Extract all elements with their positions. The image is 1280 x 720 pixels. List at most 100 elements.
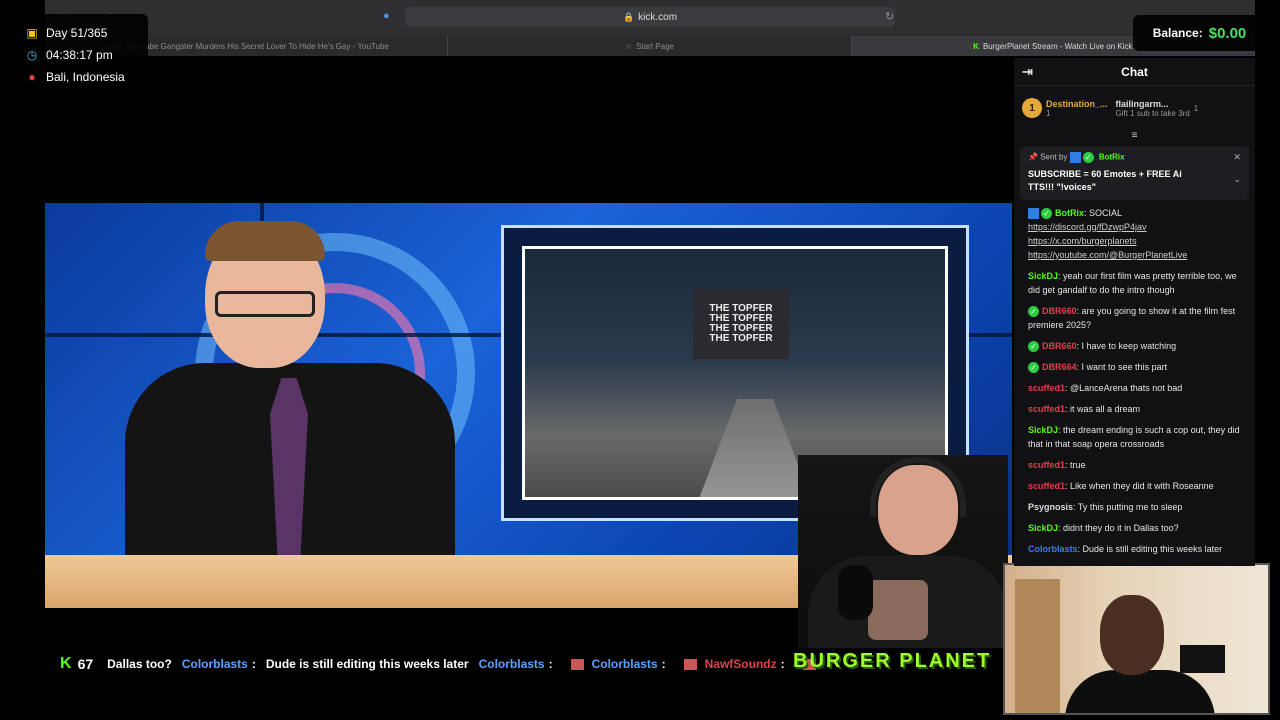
balance-overlay: Balance: $0.00: [1133, 15, 1266, 51]
verified-icon: ✓: [1082, 152, 1094, 163]
chat-message: SickDJ: didnt they do it in Dallas too?: [1028, 521, 1241, 535]
chat-text: Ty this putting me to sleep: [1077, 502, 1183, 512]
balance-value: $0.00: [1208, 24, 1247, 42]
verified-icon: ✓: [1028, 341, 1039, 353]
emote-icon: [683, 658, 697, 670]
brand-banner: BURGER PLANET: [793, 650, 992, 672]
presenter-hair: [205, 221, 325, 261]
chat-text: @LanceArena thats not bad: [1070, 383, 1183, 393]
ticker-username: Colorblasts: [181, 657, 248, 671]
expand-pinned-icon[interactable]: ≡: [1014, 130, 1255, 142]
chat-username[interactable]: scuffed1: [1028, 460, 1065, 470]
ticker-colon: :: [548, 657, 553, 671]
bot-badge-icon: [1069, 152, 1081, 163]
chat-message: ✓ DBR660: I have to keep watching: [1028, 339, 1241, 353]
chat-username[interactable]: DBR660: [1042, 341, 1077, 351]
location-text: Bali, Indonesia: [46, 70, 125, 84]
collapse-chat-icon[interactable]: ⇥: [1022, 64, 1033, 80]
leader-name: Destination_...: [1046, 98, 1108, 109]
chevron-down-icon[interactable]: ⌄: [1233, 174, 1241, 185]
ticker-colon: :: [251, 657, 256, 671]
rank-badge: 1: [1022, 98, 1042, 118]
chat-message: scuffed1: @LanceArena thats not bad: [1028, 381, 1241, 395]
ticker-message: Dallas too?: [107, 657, 172, 671]
verified-icon: ✓: [1041, 208, 1052, 220]
pinned-sender: 📌 Sent by ✓ BotRix: [1028, 152, 1241, 163]
chat-text: I want to see this part: [1081, 362, 1168, 372]
chat-message: ✓ BotRix: SOCIAL https://discord.gg/fDzwpP…: [1028, 206, 1241, 262]
bot-badge-icon: [1028, 208, 1039, 220]
kick-logo-icon: K: [60, 655, 72, 672]
tab-label: Start Page: [636, 41, 674, 51]
clock-icon: ◷: [26, 48, 38, 62]
chat-header: ⇥ Chat: [1014, 58, 1255, 86]
chat-message: Colorblasts: Dude is still editing this …: [1028, 542, 1241, 556]
tab-label: BurgerPlanet Stream - Watch Live on Kick: [982, 41, 1133, 51]
chat-username[interactable]: scuffed1: [1028, 404, 1065, 414]
guest-webcam: [1003, 563, 1270, 715]
ticker-colon: :: [661, 657, 666, 671]
chat-username[interactable]: Colorblasts: [1028, 544, 1078, 554]
chat-title: Chat: [1121, 64, 1148, 79]
browser-toolbar: ▭ ‹ ● 🔒 kick.com ↻: [45, 0, 1255, 34]
chat-link[interactable]: https://discord.gg/fDzwpP4jav: [1028, 220, 1241, 234]
leader-name: flailingarm...: [1115, 98, 1169, 109]
leader-1[interactable]: 1 Destination_... 1: [1022, 98, 1108, 118]
chat-message: SickDJ: yeah our first film was pretty t…: [1028, 269, 1241, 297]
url-text: kick.com: [638, 11, 678, 23]
chat-message: Psygnosis: Ty this putting me to sleep: [1028, 500, 1241, 514]
time-row: ◷ 04:38:17 pm: [24, 44, 138, 66]
chat-message: SickDJ: the dream ending is such a cop o…: [1028, 423, 1241, 451]
gift-sub-prompt: Gift 1 sub to take 3rd: [1115, 108, 1190, 118]
chat-username[interactable]: SickDJ: [1028, 271, 1058, 281]
shirt-print: [868, 580, 928, 640]
film-title-sign: THE TOPFER THE TOPFER THE TOPFER THE TOP…: [693, 289, 789, 359]
chat-text: SOCIAL: [1089, 208, 1123, 218]
chat-username[interactable]: DBR660: [1042, 306, 1077, 316]
streamer-webcam: [798, 455, 1008, 648]
chat-panel: ⇥ Chat 1 Destination_... 1 flailingarm..…: [1014, 58, 1255, 566]
location-pin-icon: ●: [28, 70, 36, 84]
chat-link[interactable]: https://youtube.com/@BurgerPlanetLive: [1028, 248, 1241, 262]
sent-by-label: Sent by: [1040, 152, 1068, 162]
ticker-username: Colorblasts: [591, 657, 658, 671]
browser-chrome: ▭ ‹ ● 🔒 kick.com ↻ (188) Wannabe Gangste…: [45, 0, 1255, 56]
lock-icon: 🔒: [622, 11, 635, 22]
chat-username[interactable]: Psygnosis: [1028, 502, 1073, 512]
chat-username[interactable]: DBR664: [1042, 362, 1077, 372]
pinned-text: SUBSCRIBE = 60 Emotes + FREE Ai TTS!!! "…: [1028, 169, 1182, 192]
day-counter: Day 51/365: [46, 26, 108, 40]
chat-message: ✓ DBR664: I want to see this part: [1028, 360, 1241, 374]
chat-messages: ✓ BotRix: SOCIAL https://discord.gg/fDzwpP…: [1014, 204, 1255, 565]
chat-message: scuffed1: true: [1028, 458, 1241, 472]
chat-text: didnt they do it in Dallas too?: [1063, 523, 1179, 533]
chat-username[interactable]: SickDJ: [1028, 523, 1058, 533]
tv: [1180, 645, 1225, 673]
chat-message: scuffed1: it was all a dream: [1028, 402, 1241, 416]
tab-start-page[interactable]: ☆ Start Page: [448, 36, 852, 56]
sub-leaderboard: 1 Destination_... 1 flailingarm... Gift …: [1014, 86, 1255, 130]
status-overlay: ▣ Day 51/365 ◷ 04:38:17 pm ● Bali, Indonesi…: [14, 14, 148, 94]
verified-icon: ✓: [1028, 306, 1039, 318]
chat-text: true: [1070, 460, 1086, 470]
viewer-count: 67: [77, 656, 94, 672]
presenter-glasses: [215, 291, 315, 317]
chat-text: Like when they did it with Roseanne: [1070, 481, 1214, 491]
guest-body: [1065, 670, 1215, 713]
verified-icon: ✓: [1028, 362, 1039, 374]
local-time: 04:38:17 pm: [46, 48, 113, 62]
address-bar[interactable]: 🔒 kick.com: [405, 7, 895, 27]
chat-username[interactable]: scuffed1: [1028, 383, 1065, 393]
chat-link[interactable]: https://x.com/burgerplanets: [1028, 234, 1241, 248]
ticker-message: Dude is still editing this weeks later: [265, 657, 469, 671]
chat-username[interactable]: SickDJ: [1028, 425, 1058, 435]
leader-2[interactable]: flailingarm... Gift 1 sub to take 3rd 1: [1116, 99, 1199, 118]
ticker-username: Colorblasts: [478, 657, 545, 671]
calendar-icon: ▣: [26, 26, 38, 40]
chat-username[interactable]: scuffed1: [1028, 481, 1065, 491]
unpin-icon[interactable]: ✕: [1233, 152, 1241, 163]
reload-icon[interactable]: ↻: [885, 10, 894, 23]
pinned-sender-name: BotRix: [1098, 152, 1125, 162]
presenter: [125, 221, 455, 558]
chat-username[interactable]: BotRix: [1055, 208, 1084, 218]
